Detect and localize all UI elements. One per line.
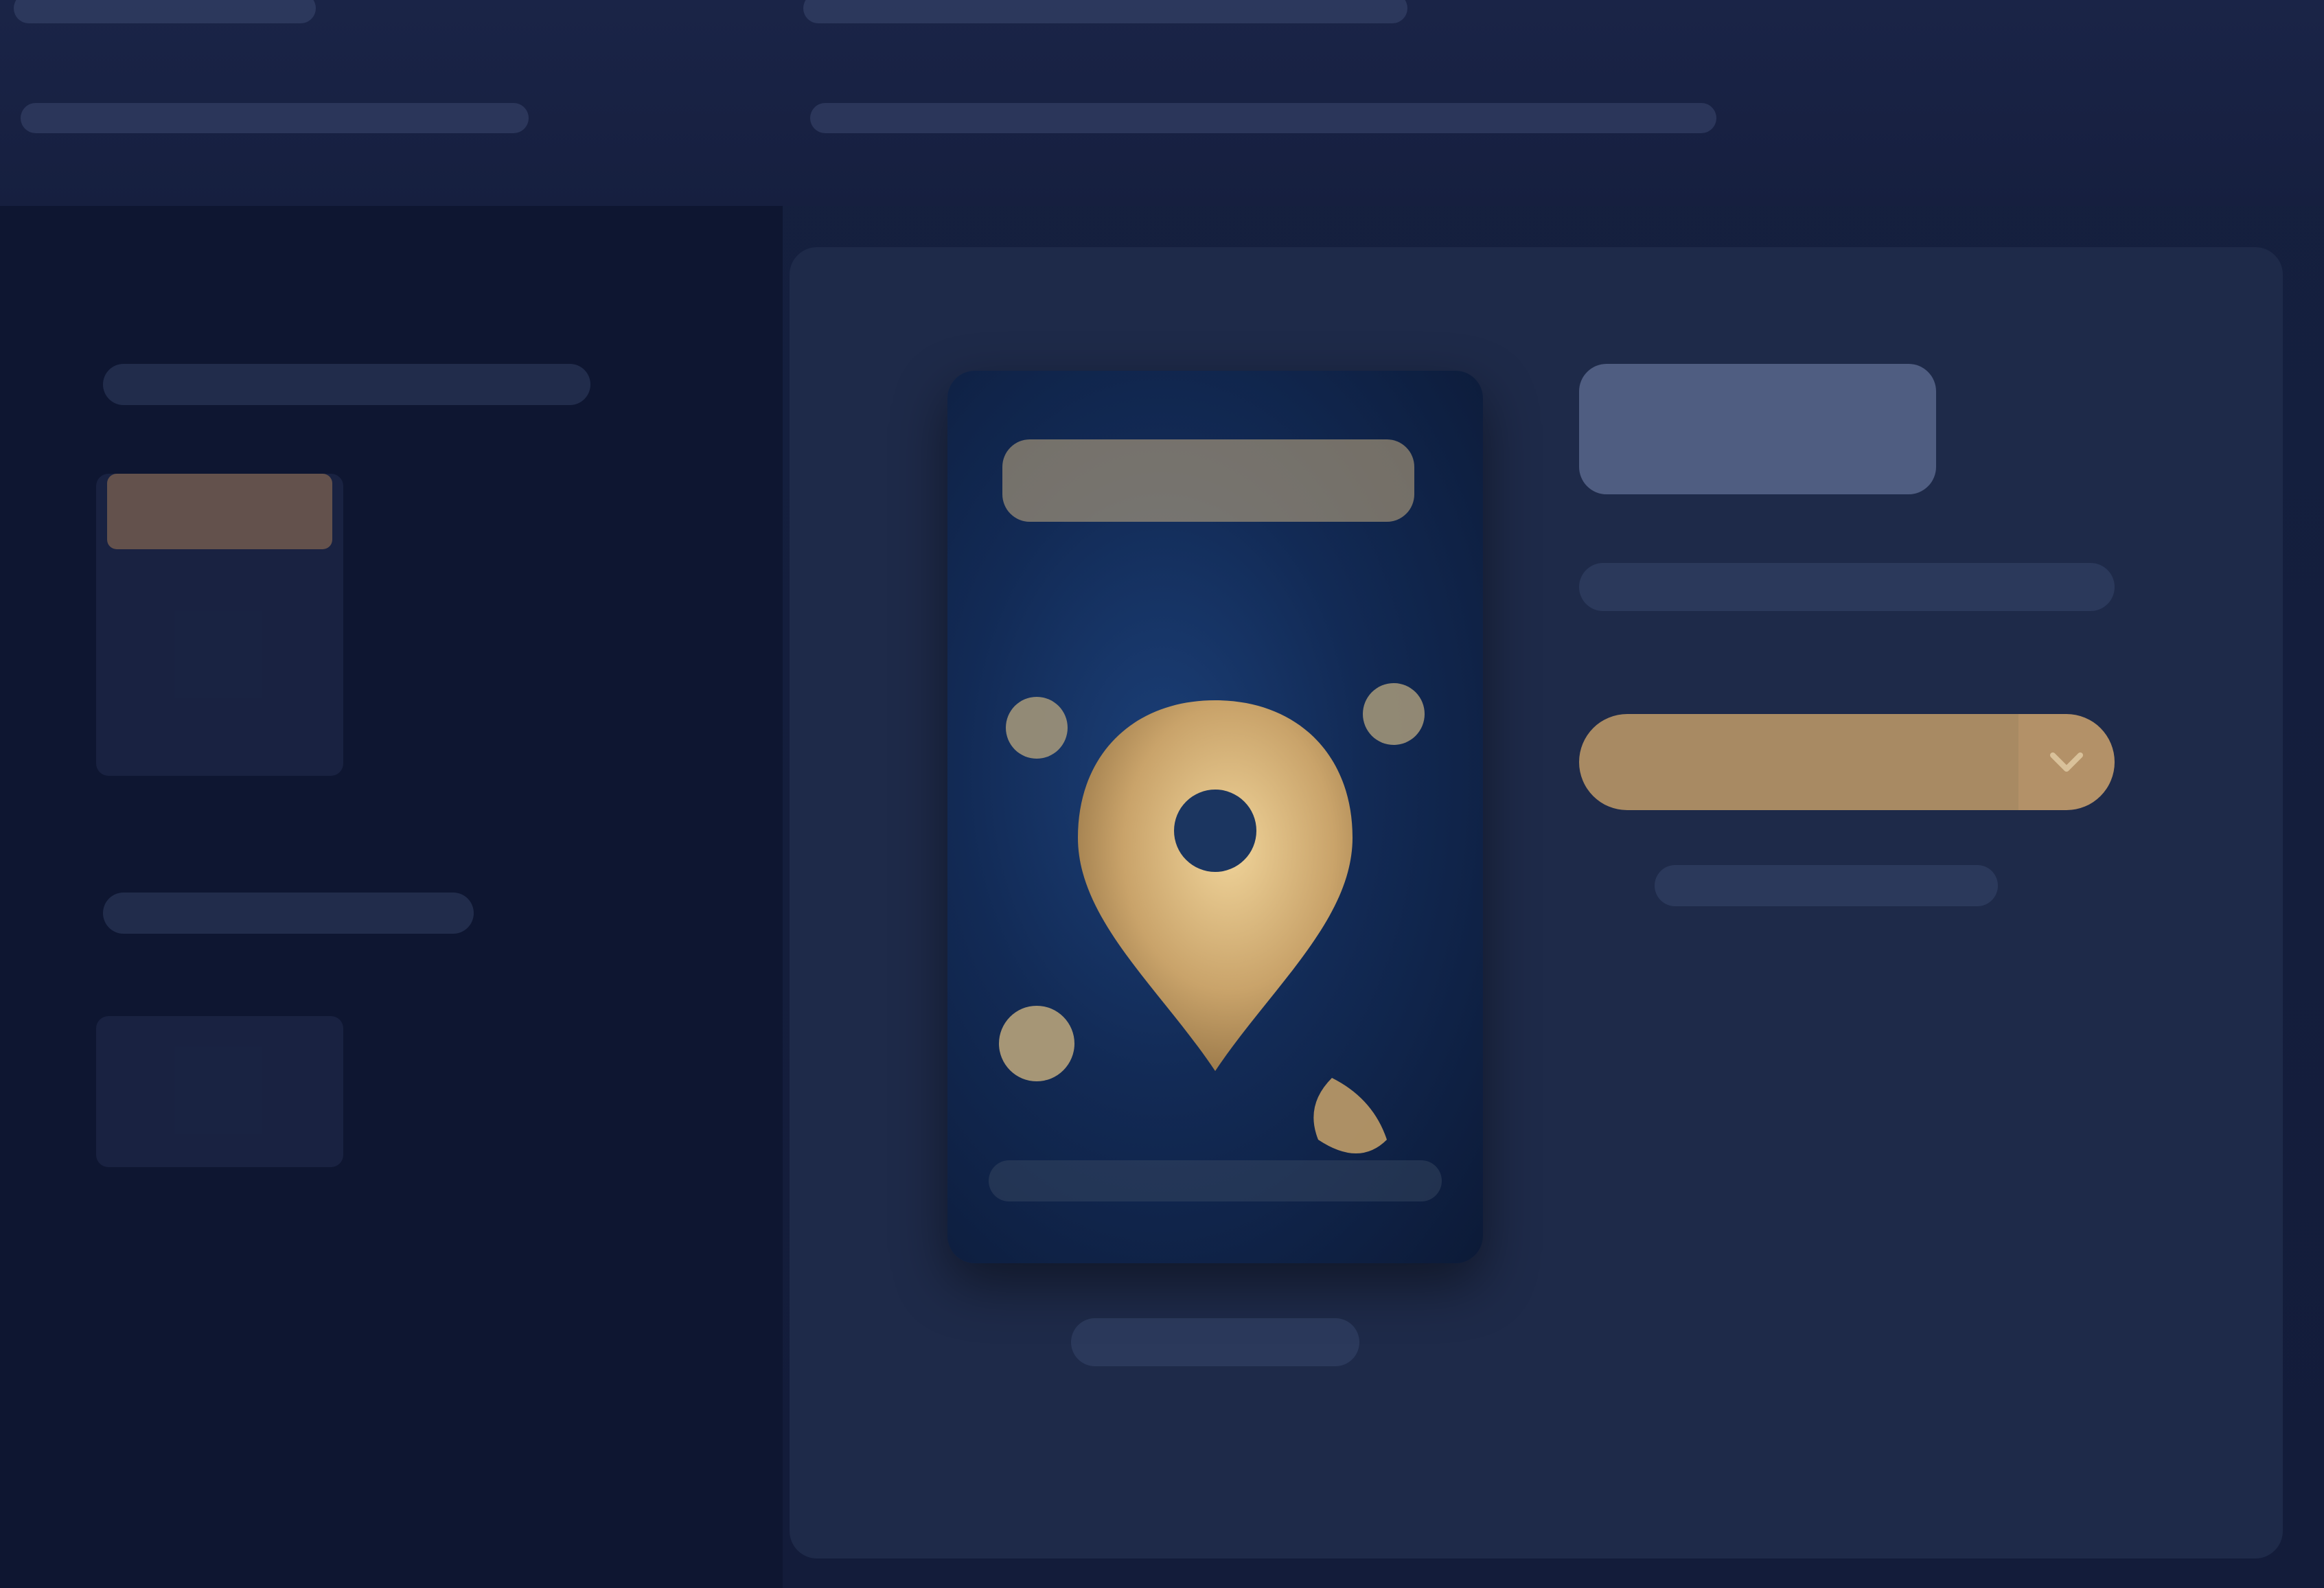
chevron-down-icon <box>2050 752 2083 772</box>
pin-hole <box>1174 790 1256 872</box>
sidebar-section-heading <box>103 364 590 405</box>
page-description <box>810 103 1716 133</box>
sidebar-item[interactable] <box>107 1092 332 1167</box>
sidebar-section-heading <box>103 893 474 934</box>
app-title <box>14 0 316 23</box>
breadcrumb[interactable] <box>21 103 529 133</box>
sidebar-item[interactable] <box>107 549 332 625</box>
sidebar-item[interactable] <box>107 1016 332 1092</box>
cover-decor-orb <box>999 1006 1074 1081</box>
location-pin-icon <box>999 683 1425 1153</box>
sidebar-item[interactable] <box>107 700 332 776</box>
cover-decor-orb <box>1363 683 1425 745</box>
purchase-note <box>1655 865 1998 906</box>
product-card <box>790 247 2283 1558</box>
platform-label <box>1071 1318 1359 1366</box>
sidebar-item-active[interactable] <box>107 474 332 549</box>
sidebar-filter-list <box>96 1016 343 1167</box>
sidebar-filter-list <box>96 474 343 776</box>
game-cover-art[interactable] <box>947 371 1483 1263</box>
buy-options-dropdown[interactable] <box>2018 714 2115 810</box>
page-heading <box>803 0 1407 23</box>
sidebar <box>0 206 783 1588</box>
buy-button[interactable] <box>1579 714 2018 810</box>
sidebar-item[interactable] <box>107 625 332 700</box>
app-window <box>0 0 2324 1588</box>
cover-footer-text <box>989 1160 1442 1201</box>
pin-shape <box>1078 700 1353 1071</box>
cover-decor-orb <box>1006 697 1068 759</box>
top-header <box>0 0 2324 206</box>
price-label <box>1579 364 1936 494</box>
price-subtitle <box>1579 563 2115 611</box>
cover-decor-shape <box>1313 1078 1387 1153</box>
